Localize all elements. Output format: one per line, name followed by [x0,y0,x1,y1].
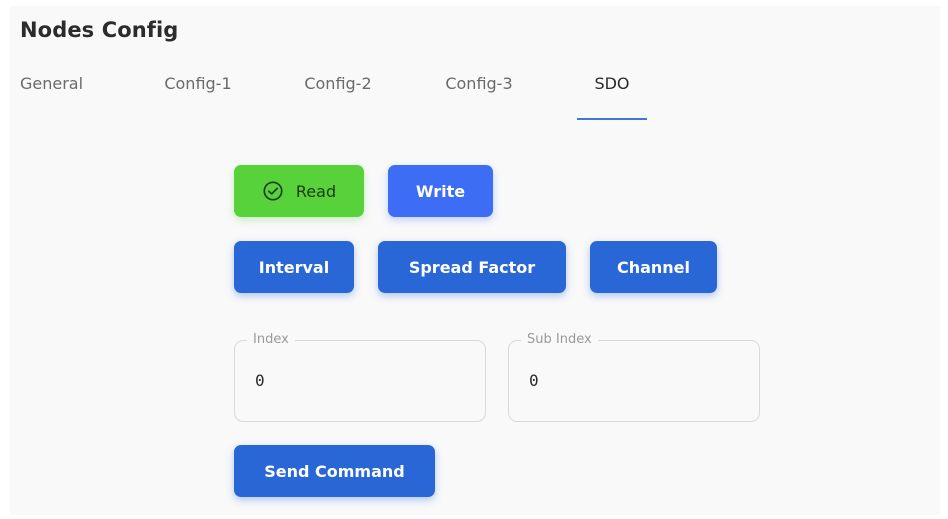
tab-sdo[interactable]: SDO [577,72,647,112]
index-input[interactable] [255,371,455,390]
spread-factor-button[interactable]: Spread Factor [378,241,566,293]
sub-index-input[interactable] [529,371,729,390]
tab-config-2[interactable]: Config-2 [293,72,383,112]
tab-bar: General Config-1 Config-2 Config-3 SDO [10,68,710,124]
channel-button[interactable]: Channel [590,241,717,293]
sub-index-label: Sub Index [521,331,598,349]
read-button-label: Read [295,181,337,201]
index-field: Index [234,331,486,422]
write-button[interactable]: Write [388,165,493,217]
interval-button[interactable]: Interval [234,241,354,293]
check-circle-icon [263,181,283,201]
send-command-button[interactable]: Send Command [234,445,435,497]
active-tab-indicator [577,118,647,120]
page-title: Nodes Config [20,18,179,42]
tab-general[interactable]: General [20,72,100,112]
sub-index-field: Sub Index [508,331,760,422]
nodes-config-panel: Nodes Config General Config-1 Config-2 C… [10,6,940,515]
index-label: Index [247,331,295,349]
tab-config-1[interactable]: Config-1 [153,72,243,112]
read-button[interactable]: Read [234,165,364,217]
tab-config-3[interactable]: Config-3 [434,72,524,112]
